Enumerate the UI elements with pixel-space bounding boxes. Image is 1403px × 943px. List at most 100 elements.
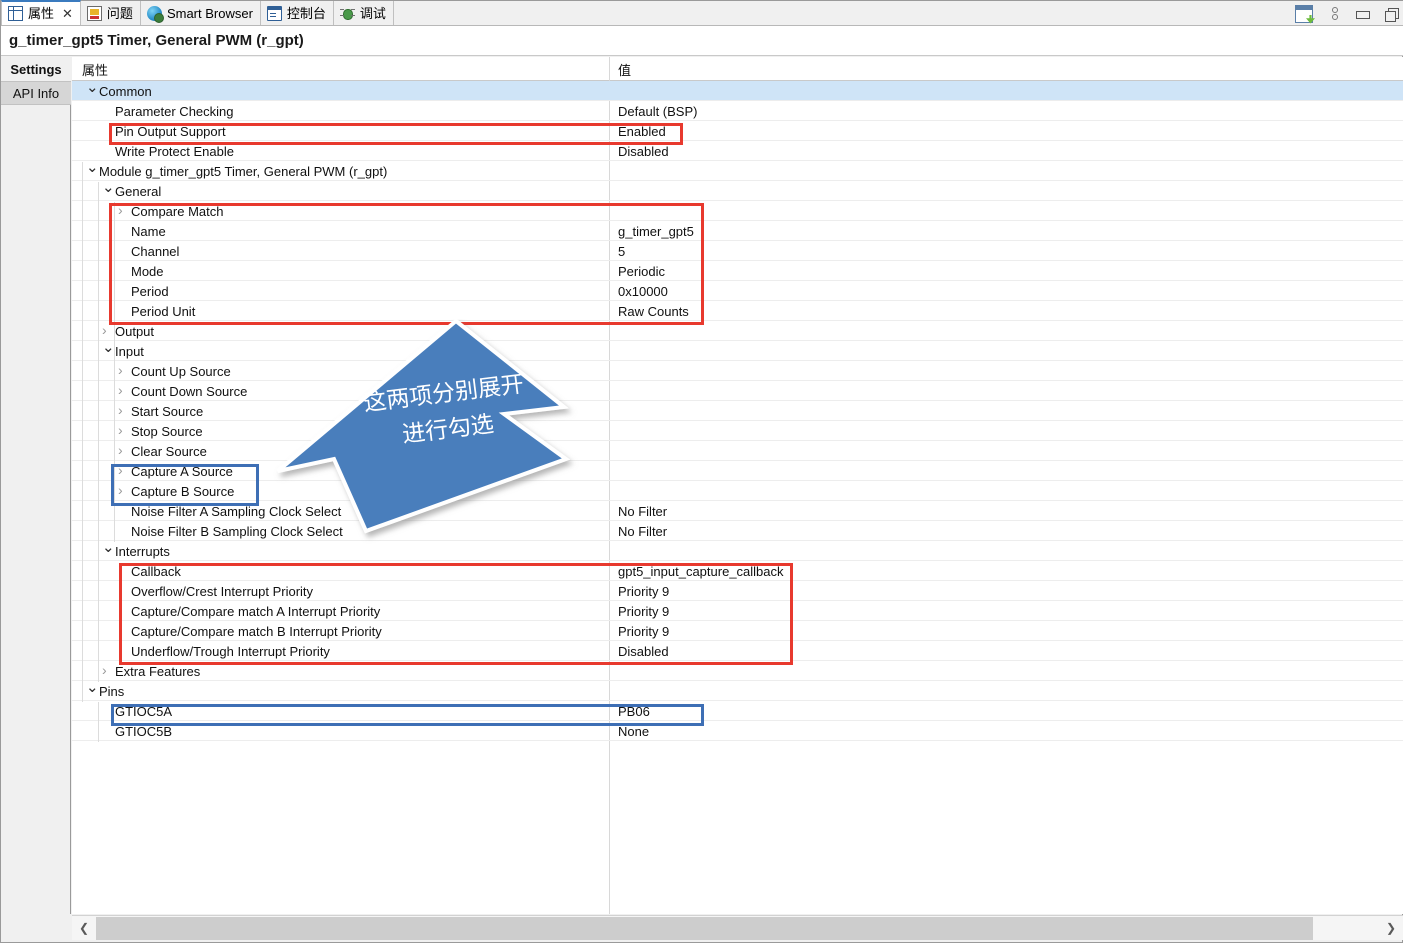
table-row[interactable]: Period Unit Raw Counts — [72, 301, 1403, 321]
scroll-right-icon[interactable]: ❯ — [1379, 916, 1403, 940]
row-value-cell[interactable]: Priority 9 — [618, 601, 669, 621]
row-property-cell: Channel — [118, 241, 179, 261]
chevron-right-icon[interactable]: › — [118, 203, 131, 217]
row-value-cell[interactable]: None — [618, 721, 649, 741]
table-row[interactable]: › Extra Features — [72, 661, 1403, 681]
view-tab-0[interactable]: 属性 ✕ — [1, 0, 81, 25]
view-menu-icon[interactable] — [1324, 5, 1342, 23]
table-row[interactable]: Callback gpt5_input_capture_callback — [72, 561, 1403, 581]
rail-tab-api-info[interactable]: API Info — [1, 81, 71, 105]
chevron-right-icon[interactable]: › — [102, 663, 115, 677]
horizontal-scrollbar[interactable]: ❮ ❯ — [72, 915, 1403, 940]
chevron-right-icon[interactable]: › — [118, 443, 131, 457]
table-row[interactable]: ⌄ Interrupts — [72, 540, 1403, 561]
rail-tab-settings[interactable]: Settings — [1, 57, 71, 81]
row-property-cell: › Stop Source — [118, 421, 203, 441]
row-property-cell: GTIOC5B — [102, 721, 172, 741]
chevron-right-icon[interactable]: › — [118, 383, 131, 397]
scrollbar-thumb[interactable] — [96, 916, 1313, 940]
table-row[interactable]: ⌄ Common — [72, 80, 1403, 101]
table-row[interactable]: GTIOC5A PB06 — [72, 701, 1403, 721]
column-header-value: 值 — [618, 62, 632, 78]
chevron-right-icon[interactable]: › — [118, 423, 131, 437]
row-value-cell[interactable]: Disabled — [618, 641, 669, 661]
table-row[interactable]: Parameter Checking Default (BSP) — [72, 101, 1403, 121]
table-row[interactable]: › Capture A Source — [72, 461, 1403, 481]
chevron-right-icon[interactable]: › — [118, 363, 131, 377]
chevron-right-icon[interactable]: › — [118, 463, 131, 477]
table-row[interactable]: Name g_timer_gpt5 — [72, 221, 1403, 241]
console-icon — [266, 5, 282, 21]
view-tab-2[interactable]: Smart Browser — [140, 1, 261, 25]
table-row[interactable]: ⌄ Module g_timer_gpt5 Timer, General PWM … — [72, 160, 1403, 181]
minimize-icon[interactable] — [1353, 5, 1371, 23]
row-property-cell: ⌄ Input — [102, 340, 144, 361]
close-icon[interactable]: ✕ — [62, 6, 73, 22]
row-value-cell[interactable]: Disabled — [618, 141, 669, 161]
scrollbar-track[interactable] — [96, 916, 1379, 940]
chevron-right-icon[interactable]: › — [118, 403, 131, 417]
row-property-label: Underflow/Trough Interrupt Priority — [131, 643, 330, 659]
table-row[interactable]: › Count Down Source — [72, 381, 1403, 401]
table-row[interactable]: ⌄ Pins — [72, 680, 1403, 701]
table-row[interactable]: › Output — [72, 321, 1403, 341]
row-property-cell: › Capture A Source — [118, 461, 233, 481]
table-row[interactable]: › Stop Source — [72, 421, 1403, 441]
chevron-right-icon[interactable]: › — [118, 483, 131, 497]
chevron-down-icon[interactable]: ⌄ — [102, 180, 115, 195]
row-property-label: Input — [115, 343, 144, 359]
table-row[interactable]: Channel 5 — [72, 241, 1403, 261]
table-row[interactable]: › Clear Source — [72, 441, 1403, 461]
table-row[interactable]: › Count Up Source — [72, 361, 1403, 381]
row-property-cell: › Start Source — [118, 401, 203, 421]
table-row[interactable]: Capture/Compare match A Interrupt Priori… — [72, 601, 1403, 621]
view-tab-4[interactable]: 调试 — [333, 1, 394, 25]
table-row[interactable]: Capture/Compare match B Interrupt Priori… — [72, 621, 1403, 641]
row-property-cell: Callback — [118, 561, 181, 581]
row-value-cell[interactable]: Raw Counts — [618, 301, 689, 321]
row-property-label: Period — [131, 283, 169, 299]
table-row[interactable]: Noise Filter A Sampling Clock Select No F… — [72, 501, 1403, 521]
row-value-cell[interactable]: Priority 9 — [618, 621, 669, 641]
scroll-left-icon[interactable]: ❮ — [72, 916, 96, 940]
table-row[interactable]: ⌄ Input — [72, 340, 1403, 361]
table-row[interactable]: Overflow/Crest Interrupt Priority Priorit… — [72, 581, 1403, 601]
table-row[interactable]: GTIOC5B None — [72, 721, 1403, 741]
row-value-cell[interactable]: Priority 9 — [618, 581, 669, 601]
row-value-cell[interactable]: Enabled — [618, 121, 666, 141]
row-value-cell[interactable]: 0x10000 — [618, 281, 668, 301]
chevron-down-icon[interactable]: ⌄ — [86, 80, 99, 95]
row-property-label: Count Up Source — [131, 363, 231, 379]
row-property-label: General — [115, 183, 162, 199]
row-value-cell[interactable]: 5 — [618, 241, 625, 261]
row-property-label: Noise Filter B Sampling Clock Select — [131, 523, 343, 539]
table-row[interactable]: Underflow/Trough Interrupt Priority Disab… — [72, 641, 1403, 661]
row-value-cell[interactable]: gpt5_input_capture_callback — [618, 561, 784, 581]
chevron-down-icon[interactable]: ⌄ — [86, 160, 99, 175]
table-row[interactable]: Noise Filter B Sampling Clock Select No F… — [72, 521, 1403, 541]
row-property-label: Count Down Source — [131, 383, 248, 399]
row-property-label: Stop Source — [131, 423, 203, 439]
table-row[interactable]: › Capture B Source — [72, 481, 1403, 501]
row-property-cell: Name — [118, 221, 166, 241]
table-row[interactable]: Mode Periodic — [72, 261, 1403, 281]
table-row[interactable]: Period 0x10000 — [72, 281, 1403, 301]
row-value-cell[interactable]: Default (BSP) — [618, 101, 697, 121]
row-value-cell[interactable]: Periodic — [618, 261, 665, 281]
row-value-cell[interactable]: g_timer_gpt5 — [618, 221, 694, 241]
table-row[interactable]: ⌄ General — [72, 180, 1403, 201]
row-value-cell[interactable]: No Filter — [618, 501, 667, 521]
row-property-cell: Write Protect Enable — [102, 141, 234, 161]
view-tab-3[interactable]: 控制台 — [260, 1, 334, 25]
table-row[interactable]: Pin Output Support Enabled — [72, 121, 1403, 141]
table-row[interactable]: Write Protect Enable Disabled — [72, 141, 1403, 161]
row-value-cell[interactable]: No Filter — [618, 521, 667, 541]
table-row[interactable]: › Start Source — [72, 401, 1403, 421]
row-property-cell: ⌄ General — [102, 180, 162, 201]
restore-view-icon[interactable] — [1295, 4, 1313, 23]
maximize-icon[interactable] — [1382, 5, 1400, 23]
table-row[interactable]: › Compare Match — [72, 201, 1403, 221]
row-property-label: Capture/Compare match A Interrupt Priori… — [131, 603, 381, 619]
row-value-cell[interactable]: PB06 — [618, 701, 650, 721]
view-tab-1[interactable]: 问题 — [80, 1, 141, 25]
